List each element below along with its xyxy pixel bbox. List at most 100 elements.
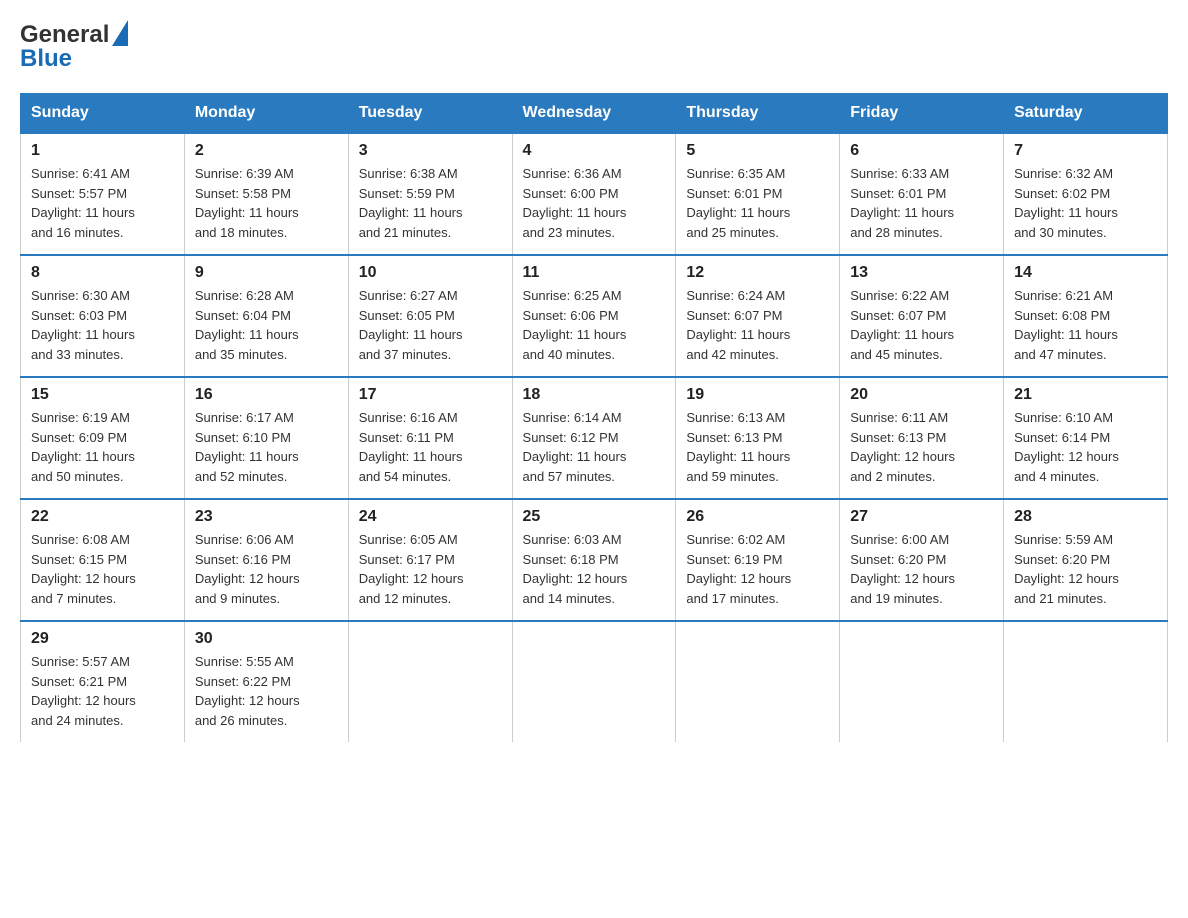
calendar-cell <box>512 621 676 742</box>
day-info: Sunrise: 6:32 AMSunset: 6:02 PMDaylight:… <box>1014 164 1157 242</box>
logo-blue-text: Blue <box>20 45 72 73</box>
day-info: Sunrise: 6:36 AMSunset: 6:00 PMDaylight:… <box>523 164 666 242</box>
calendar-cell: 15 Sunrise: 6:19 AMSunset: 6:09 PMDaylig… <box>21 377 185 499</box>
calendar-cell: 4 Sunrise: 6:36 AMSunset: 6:00 PMDayligh… <box>512 133 676 255</box>
day-info: Sunrise: 6:39 AMSunset: 5:58 PMDaylight:… <box>195 164 338 242</box>
day-info: Sunrise: 6:30 AMSunset: 6:03 PMDaylight:… <box>31 286 174 364</box>
calendar-cell: 26 Sunrise: 6:02 AMSunset: 6:19 PMDaylig… <box>676 499 840 621</box>
calendar-cell: 27 Sunrise: 6:00 AMSunset: 6:20 PMDaylig… <box>840 499 1004 621</box>
calendar-header-row: SundayMondayTuesdayWednesdayThursdayFrid… <box>21 94 1168 134</box>
calendar-cell: 8 Sunrise: 6:30 AMSunset: 6:03 PMDayligh… <box>21 255 185 377</box>
day-number: 28 <box>1014 508 1157 526</box>
day-info: Sunrise: 6:27 AMSunset: 6:05 PMDaylight:… <box>359 286 502 364</box>
day-number: 11 <box>523 264 666 282</box>
calendar-cell: 13 Sunrise: 6:22 AMSunset: 6:07 PMDaylig… <box>840 255 1004 377</box>
day-number: 5 <box>686 142 829 160</box>
day-info: Sunrise: 6:24 AMSunset: 6:07 PMDaylight:… <box>686 286 829 364</box>
weekday-header-monday: Monday <box>184 94 348 134</box>
day-number: 10 <box>359 264 502 282</box>
calendar-cell: 20 Sunrise: 6:11 AMSunset: 6:13 PMDaylig… <box>840 377 1004 499</box>
weekday-header-sunday: Sunday <box>21 94 185 134</box>
day-number: 15 <box>31 386 174 404</box>
calendar-cell: 5 Sunrise: 6:35 AMSunset: 6:01 PMDayligh… <box>676 133 840 255</box>
calendar-cell: 30 Sunrise: 5:55 AMSunset: 6:22 PMDaylig… <box>184 621 348 742</box>
day-number: 4 <box>523 142 666 160</box>
day-info: Sunrise: 5:59 AMSunset: 6:20 PMDaylight:… <box>1014 530 1157 608</box>
day-number: 25 <box>523 508 666 526</box>
day-info: Sunrise: 6:14 AMSunset: 6:12 PMDaylight:… <box>523 408 666 486</box>
day-number: 7 <box>1014 142 1157 160</box>
logo-triangle-icon <box>112 20 128 46</box>
weekday-header-tuesday: Tuesday <box>348 94 512 134</box>
calendar-cell: 22 Sunrise: 6:08 AMSunset: 6:15 PMDaylig… <box>21 499 185 621</box>
calendar-cell <box>348 621 512 742</box>
day-number: 18 <box>523 386 666 404</box>
calendar-table: SundayMondayTuesdayWednesdayThursdayFrid… <box>20 93 1168 742</box>
calendar-cell <box>840 621 1004 742</box>
calendar-cell: 12 Sunrise: 6:24 AMSunset: 6:07 PMDaylig… <box>676 255 840 377</box>
day-info: Sunrise: 6:28 AMSunset: 6:04 PMDaylight:… <box>195 286 338 364</box>
calendar-cell: 1 Sunrise: 6:41 AMSunset: 5:57 PMDayligh… <box>21 133 185 255</box>
day-info: Sunrise: 6:19 AMSunset: 6:09 PMDaylight:… <box>31 408 174 486</box>
day-info: Sunrise: 6:38 AMSunset: 5:59 PMDaylight:… <box>359 164 502 242</box>
day-number: 9 <box>195 264 338 282</box>
calendar-cell: 14 Sunrise: 6:21 AMSunset: 6:08 PMDaylig… <box>1004 255 1168 377</box>
day-number: 17 <box>359 386 502 404</box>
day-number: 23 <box>195 508 338 526</box>
day-number: 21 <box>1014 386 1157 404</box>
day-number: 12 <box>686 264 829 282</box>
page-header: General Blue <box>20 20 1168 73</box>
day-info: Sunrise: 6:16 AMSunset: 6:11 PMDaylight:… <box>359 408 502 486</box>
day-number: 24 <box>359 508 502 526</box>
day-number: 20 <box>850 386 993 404</box>
day-number: 1 <box>31 142 174 160</box>
calendar-week-row: 22 Sunrise: 6:08 AMSunset: 6:15 PMDaylig… <box>21 499 1168 621</box>
day-info: Sunrise: 6:33 AMSunset: 6:01 PMDaylight:… <box>850 164 993 242</box>
calendar-cell: 9 Sunrise: 6:28 AMSunset: 6:04 PMDayligh… <box>184 255 348 377</box>
calendar-cell: 28 Sunrise: 5:59 AMSunset: 6:20 PMDaylig… <box>1004 499 1168 621</box>
day-number: 3 <box>359 142 502 160</box>
day-number: 6 <box>850 142 993 160</box>
weekday-header-friday: Friday <box>840 94 1004 134</box>
calendar-cell: 19 Sunrise: 6:13 AMSunset: 6:13 PMDaylig… <box>676 377 840 499</box>
calendar-cell: 29 Sunrise: 5:57 AMSunset: 6:21 PMDaylig… <box>21 621 185 742</box>
calendar-cell <box>676 621 840 742</box>
day-number: 13 <box>850 264 993 282</box>
calendar-cell: 10 Sunrise: 6:27 AMSunset: 6:05 PMDaylig… <box>348 255 512 377</box>
day-number: 27 <box>850 508 993 526</box>
day-number: 2 <box>195 142 338 160</box>
day-info: Sunrise: 6:11 AMSunset: 6:13 PMDaylight:… <box>850 408 993 486</box>
calendar-cell: 23 Sunrise: 6:06 AMSunset: 6:16 PMDaylig… <box>184 499 348 621</box>
day-info: Sunrise: 6:02 AMSunset: 6:19 PMDaylight:… <box>686 530 829 608</box>
day-info: Sunrise: 5:55 AMSunset: 6:22 PMDaylight:… <box>195 652 338 730</box>
logo: General Blue <box>20 20 128 73</box>
calendar-cell: 24 Sunrise: 6:05 AMSunset: 6:17 PMDaylig… <box>348 499 512 621</box>
day-info: Sunrise: 6:22 AMSunset: 6:07 PMDaylight:… <box>850 286 993 364</box>
calendar-cell: 11 Sunrise: 6:25 AMSunset: 6:06 PMDaylig… <box>512 255 676 377</box>
calendar-cell: 3 Sunrise: 6:38 AMSunset: 5:59 PMDayligh… <box>348 133 512 255</box>
day-info: Sunrise: 6:17 AMSunset: 6:10 PMDaylight:… <box>195 408 338 486</box>
calendar-cell: 21 Sunrise: 6:10 AMSunset: 6:14 PMDaylig… <box>1004 377 1168 499</box>
calendar-week-row: 29 Sunrise: 5:57 AMSunset: 6:21 PMDaylig… <box>21 621 1168 742</box>
day-info: Sunrise: 6:08 AMSunset: 6:15 PMDaylight:… <box>31 530 174 608</box>
weekday-header-wednesday: Wednesday <box>512 94 676 134</box>
day-number: 8 <box>31 264 174 282</box>
day-info: Sunrise: 6:13 AMSunset: 6:13 PMDaylight:… <box>686 408 829 486</box>
day-info: Sunrise: 6:21 AMSunset: 6:08 PMDaylight:… <box>1014 286 1157 364</box>
day-info: Sunrise: 6:25 AMSunset: 6:06 PMDaylight:… <box>523 286 666 364</box>
day-info: Sunrise: 5:57 AMSunset: 6:21 PMDaylight:… <box>31 652 174 730</box>
calendar-cell: 7 Sunrise: 6:32 AMSunset: 6:02 PMDayligh… <box>1004 133 1168 255</box>
weekday-header-thursday: Thursday <box>676 94 840 134</box>
day-info: Sunrise: 6:03 AMSunset: 6:18 PMDaylight:… <box>523 530 666 608</box>
day-number: 19 <box>686 386 829 404</box>
calendar-cell: 6 Sunrise: 6:33 AMSunset: 6:01 PMDayligh… <box>840 133 1004 255</box>
day-number: 26 <box>686 508 829 526</box>
day-number: 29 <box>31 630 174 648</box>
day-info: Sunrise: 6:06 AMSunset: 6:16 PMDaylight:… <box>195 530 338 608</box>
weekday-header-saturday: Saturday <box>1004 94 1168 134</box>
day-info: Sunrise: 6:35 AMSunset: 6:01 PMDaylight:… <box>686 164 829 242</box>
calendar-cell <box>1004 621 1168 742</box>
day-info: Sunrise: 6:41 AMSunset: 5:57 PMDaylight:… <box>31 164 174 242</box>
day-number: 14 <box>1014 264 1157 282</box>
calendar-week-row: 15 Sunrise: 6:19 AMSunset: 6:09 PMDaylig… <box>21 377 1168 499</box>
